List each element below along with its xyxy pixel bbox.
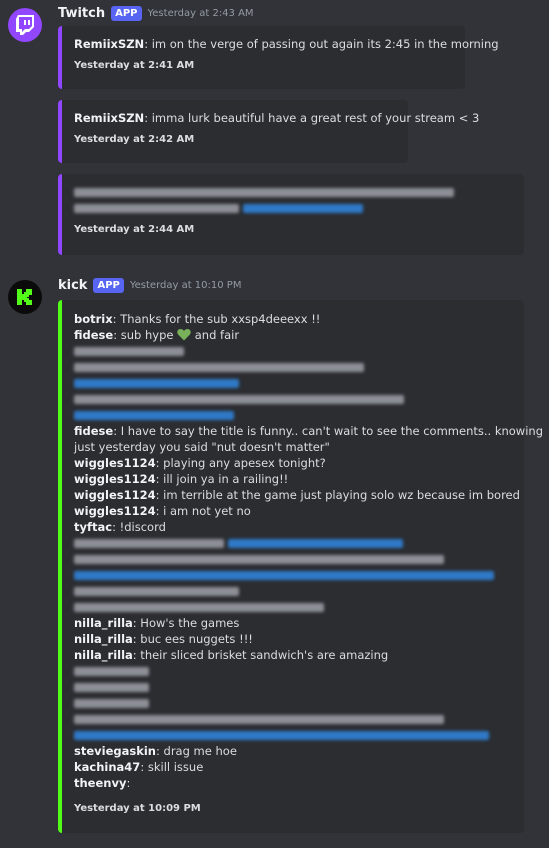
- blurred-line: [74, 184, 512, 200]
- app-badge: APP: [111, 6, 142, 21]
- chat-text-after: and fair: [191, 328, 240, 342]
- chat-text: : sub hype: [113, 328, 174, 342]
- chat-line: wiggles1124: i am not yet no: [74, 503, 512, 519]
- blurred-line: [74, 567, 512, 583]
- chat-text: : How's the games: [132, 616, 240, 630]
- chat-username: nilla_rilla: [74, 616, 133, 630]
- blurred-line: [74, 407, 512, 423]
- chat-text: : drag me hoe: [156, 744, 237, 758]
- chat-username: kachina47: [74, 760, 141, 774]
- chat-line: botrix: Thanks for the sub xxsp4deeexx !…: [74, 311, 512, 327]
- chat-text: : playing any apesex tonight?: [155, 456, 326, 470]
- chat-line: theenvy:: [74, 775, 512, 791]
- chat-username: botrix: [74, 312, 113, 326]
- blurred-line: [74, 663, 512, 679]
- kick-logo-icon: [17, 289, 32, 305]
- chat-line: tyftac: !discord: [74, 519, 512, 535]
- chat-line: kachina47: skill issue: [74, 759, 512, 775]
- chat-line: steviegaskin: drag me hoe: [74, 743, 512, 759]
- chat-text: : im on the verge of passing out again i…: [144, 37, 499, 51]
- embed-card: Yesterday at 2:44 AM: [58, 174, 524, 255]
- embed-card: RemiixSZN: imma lurk beautiful have a gr…: [58, 100, 479, 163]
- blurred-line: [74, 535, 512, 551]
- chat-line: nilla_rilla: How's the games: [74, 615, 512, 631]
- blurred-line: [74, 375, 512, 391]
- chat-username: tyftac: [74, 520, 113, 534]
- chat-username: theenvy: [74, 776, 127, 790]
- blurred-line: [74, 359, 512, 375]
- chat-username: wiggles1124: [74, 504, 156, 518]
- chat-line: nilla_rilla: their sliced brisket sandwi…: [74, 647, 512, 663]
- chat-username: wiggles1124: [74, 488, 156, 502]
- blurred-line: [74, 679, 512, 695]
- chat-username: RemiixSZN: [74, 111, 145, 125]
- chat-line: RemiixSZN: im on the verge of passing ou…: [74, 36, 499, 52]
- author-name[interactable]: Twitch: [58, 6, 105, 21]
- twitch-avatar[interactable]: [8, 8, 42, 42]
- chat-text: : i am not yet no: [155, 504, 251, 518]
- chat-username: fidese: [74, 328, 114, 342]
- chat-text: : imma lurk beautiful have a great rest …: [144, 111, 480, 125]
- blurred-line: [74, 200, 512, 216]
- message-timestamp: Yesterday at 10:10 PM: [129, 280, 242, 291]
- chat-text: : skill issue: [140, 760, 204, 774]
- chat-line: wiggles1124: im terrible at the game jus…: [74, 487, 520, 503]
- chat-text: : buc ees nuggets !!!: [132, 632, 253, 646]
- chat-line: fidese: sub hype and fair: [74, 327, 512, 343]
- twitch-logo-icon: [16, 15, 34, 35]
- blurred-line: [74, 551, 512, 567]
- green-heart-icon: [177, 329, 191, 341]
- chat-text: : !discord: [112, 520, 166, 534]
- kick-avatar[interactable]: [8, 280, 42, 314]
- chat-text: : Thanks for the sub xxsp4deeexx !!: [112, 312, 321, 326]
- chat-text: :: [126, 776, 131, 790]
- blurred-line: [74, 583, 512, 599]
- chat-username: wiggles1124: [74, 472, 156, 486]
- chat-text: : I have to say the title is funny.. can…: [113, 424, 543, 438]
- embed-footer: Yesterday at 2:42 AM: [74, 134, 195, 145]
- chat-text: : im terrible at the game just playing s…: [155, 488, 520, 502]
- blurred-line: [74, 599, 512, 615]
- blurred-line: [74, 695, 512, 711]
- kick-message-header: kick APP Yesterday at 10:10 PM: [58, 278, 241, 293]
- chat-username: wiggles1124: [74, 456, 156, 470]
- blurred-line: [74, 727, 512, 743]
- embed-footer: Yesterday at 10:09 PM: [74, 803, 201, 814]
- chat-line: fidese: I have to say the title is funny…: [74, 423, 543, 439]
- blurred-line: [74, 391, 512, 407]
- chat-line: RemiixSZN: imma lurk beautiful have a gr…: [74, 110, 479, 126]
- chat-line: wiggles1124: playing any apesex tonight?: [74, 455, 512, 471]
- chat-username: fidese: [74, 424, 114, 438]
- chat-username: RemiixSZN: [74, 37, 145, 51]
- embed-footer: Yesterday at 2:41 AM: [74, 60, 195, 71]
- message-timestamp: Yesterday at 2:43 AM: [147, 8, 254, 19]
- embed-footer: Yesterday at 2:44 AM: [74, 224, 195, 235]
- blurred-line: [74, 711, 512, 727]
- kick-embed-card: botrix: Thanks for the sub xxsp4deeexx !…: [58, 300, 543, 833]
- app-badge: APP: [93, 278, 124, 293]
- chat-username: nilla_rilla: [74, 632, 133, 646]
- chat-text: just yesterday you said "nut doesn't mat…: [74, 440, 330, 454]
- chat-line: nilla_rilla: buc ees nuggets !!!: [74, 631, 512, 647]
- author-name[interactable]: kick: [58, 278, 87, 293]
- twitch-message-header: Twitch APP Yesterday at 2:43 AM: [58, 6, 254, 21]
- chat-username: steviegaskin: [74, 744, 156, 758]
- chat-text: : ill join ya in a railing!!: [155, 472, 289, 486]
- embed-card: RemiixSZN: im on the verge of passing ou…: [58, 26, 499, 89]
- blurred-line: [74, 343, 512, 359]
- chat-text: : their sliced brisket sandwich's are am…: [132, 648, 389, 662]
- chat-line: wiggles1124: ill join ya in a railing!!: [74, 471, 512, 487]
- chat-line: just yesterday you said "nut doesn't mat…: [74, 439, 512, 455]
- chat-username: nilla_rilla: [74, 648, 133, 662]
